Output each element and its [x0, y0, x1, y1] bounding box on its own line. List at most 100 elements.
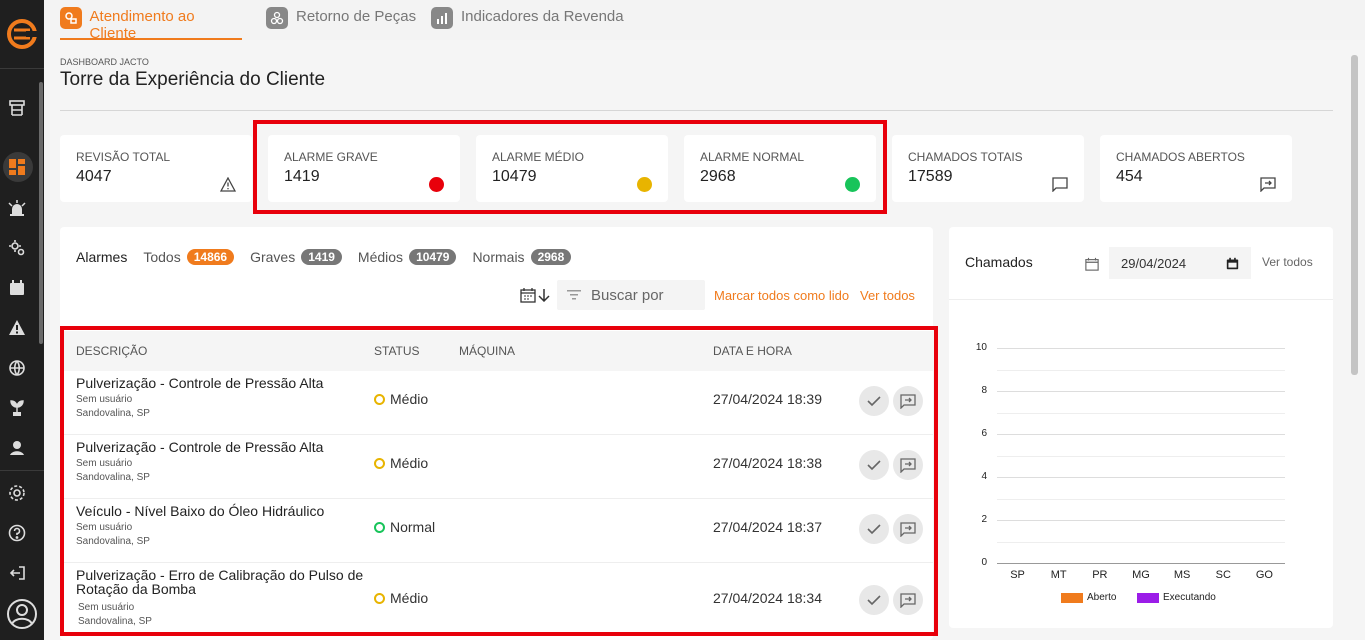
tab-retorno-pecas[interactable]: Retorno de Peças	[266, 7, 417, 40]
mark-all-read-link[interactable]: Marcar todos como lido	[714, 288, 849, 303]
y-tick-label: 4	[981, 471, 987, 482]
kpi-chamados-abertos: CHAMADOS ABERTOS 454	[1100, 135, 1292, 202]
highlight-box-alarms	[253, 120, 887, 214]
tower-icon[interactable]	[7, 98, 27, 118]
globe-icon[interactable]	[7, 358, 27, 378]
filter-normais[interactable]: Normais	[472, 249, 524, 265]
calendar-picker-icon	[1226, 257, 1239, 269]
tab-label: Indicadores da Revenda	[461, 8, 624, 25]
minor-grid-line	[997, 412, 1285, 414]
location-user-icon[interactable]	[7, 438, 27, 458]
x-tick-label: SC	[1215, 569, 1231, 581]
sidebar-divider	[0, 68, 44, 69]
bar-chart-icon	[431, 7, 453, 29]
kpi-value: 17589	[908, 168, 953, 185]
main-scrollbar[interactable]	[1351, 55, 1358, 375]
calls-header: Chamados 29/04/2024 Ver todos	[949, 227, 1333, 300]
grid-line	[997, 434, 1285, 435]
gears-icon[interactable]	[7, 238, 27, 258]
legend-swatch	[1137, 592, 1159, 603]
calendar-icon	[1085, 257, 1099, 271]
legend-label: Executando	[1163, 592, 1216, 603]
search-input[interactable]: Buscar por	[557, 280, 705, 310]
warning-sidebar-icon[interactable]	[7, 318, 27, 338]
tab-atendimento[interactable]: Atendimento ao Cliente	[60, 7, 242, 42]
top-tabs: Atendimento ao Cliente Retorno de Peças …	[44, 0, 1365, 42]
y-tick-label: 8	[981, 385, 987, 396]
arrow-down-icon	[538, 289, 550, 302]
y-tick-label: 0	[981, 557, 987, 568]
alarm-icon[interactable]	[7, 198, 27, 218]
kpi-value: 4047	[76, 168, 112, 185]
filter-icon	[567, 290, 581, 300]
breadcrumb: DASHBOARD JACTO	[60, 57, 149, 67]
grid-line	[997, 391, 1285, 392]
x-tick-label: MG	[1132, 569, 1150, 581]
grid-line	[997, 348, 1285, 349]
badge-normais[interactable]: 2968	[530, 249, 572, 265]
sidebar-divider-bottom	[0, 470, 44, 471]
x-tick-label: MS	[1173, 569, 1191, 581]
plant-icon[interactable]	[7, 398, 27, 418]
kpi-label: REVISÃO TOTAL	[76, 150, 171, 164]
badge-todos[interactable]: 14866	[186, 249, 235, 265]
grid-line	[997, 520, 1285, 521]
legend-aberto: Aberto	[1061, 592, 1116, 603]
filter-medios[interactable]: Médios	[358, 249, 403, 265]
x-tick-label: PR	[1092, 569, 1108, 581]
badge-medios[interactable]: 10479	[409, 249, 457, 265]
avatar[interactable]	[6, 598, 38, 630]
see-all-calls-link[interactable]: Ver todos	[1262, 255, 1313, 269]
chat-icon	[1052, 176, 1068, 192]
settings-icon[interactable]	[7, 483, 27, 503]
kpi-chamados-totais: CHAMADOS TOTAIS 17589	[892, 135, 1084, 202]
filter-graves[interactable]: Graves	[250, 249, 295, 265]
tab-label: Retorno de Peças	[296, 8, 417, 25]
y-tick-label: 2	[981, 514, 987, 525]
filter-todos[interactable]: Todos	[143, 249, 180, 265]
sidebar	[0, 0, 44, 640]
badge-graves[interactable]: 1419	[301, 249, 342, 265]
parts-icon	[266, 7, 288, 29]
grid-line	[997, 563, 1285, 564]
calendar-alert-icon[interactable]	[7, 278, 27, 298]
highlight-box-table	[60, 326, 938, 636]
ticket-icon	[1260, 176, 1276, 192]
legend-executando: Executando	[1137, 592, 1216, 603]
help-icon[interactable]	[7, 523, 27, 543]
kpi-revisao-total: REVISÃO TOTAL 4047	[60, 135, 252, 202]
page-title: Torre da Experiência do Cliente	[60, 69, 326, 90]
calls-panel: Chamados 29/04/2024 Ver todos 0 2 4 6 8 10 SP M…	[949, 227, 1333, 628]
kpi-label: CHAMADOS TOTAIS	[908, 150, 1023, 164]
minor-grid-line	[997, 369, 1285, 371]
see-all-alarms-link[interactable]: Ver todos	[860, 288, 915, 303]
kpi-label: CHAMADOS ABERTOS	[1116, 150, 1245, 164]
search-placeholder: Buscar por	[591, 286, 664, 304]
calls-title: Chamados	[965, 254, 1033, 270]
calendar-icon	[520, 288, 536, 303]
date-value: 29/04/2024	[1121, 255, 1187, 271]
logout-icon[interactable]	[7, 563, 27, 583]
kpi-value: 454	[1116, 168, 1143, 185]
dashboard-icon[interactable]	[7, 157, 27, 177]
tab-indicadores[interactable]: Indicadores da Revenda	[431, 7, 624, 40]
minor-grid-line	[997, 498, 1285, 500]
alarms-title: Alarmes	[76, 249, 128, 265]
main-content: DASHBOARD JACTO Torre da Experiência do …	[44, 40, 1365, 640]
x-tick-label: SP	[1010, 569, 1025, 581]
legend-swatch	[1061, 592, 1083, 603]
x-tick-label: GO	[1255, 569, 1273, 581]
jacto-logo[interactable]	[6, 18, 38, 50]
date-picker[interactable]: 29/04/2024	[1109, 247, 1251, 279]
grid-line	[997, 477, 1285, 478]
y-tick-label: 6	[981, 428, 987, 439]
minor-grid-line	[997, 455, 1285, 457]
date-sort-button[interactable]	[520, 287, 550, 303]
y-tick-label: 10	[975, 342, 987, 353]
tab-label: Atendimento ao Cliente	[89, 8, 195, 42]
sidebar-scrollbar[interactable]	[39, 82, 43, 344]
warning-icon	[220, 176, 236, 192]
x-tick-label: MT	[1050, 569, 1067, 581]
support-icon	[60, 7, 82, 29]
header-divider	[60, 110, 1333, 111]
